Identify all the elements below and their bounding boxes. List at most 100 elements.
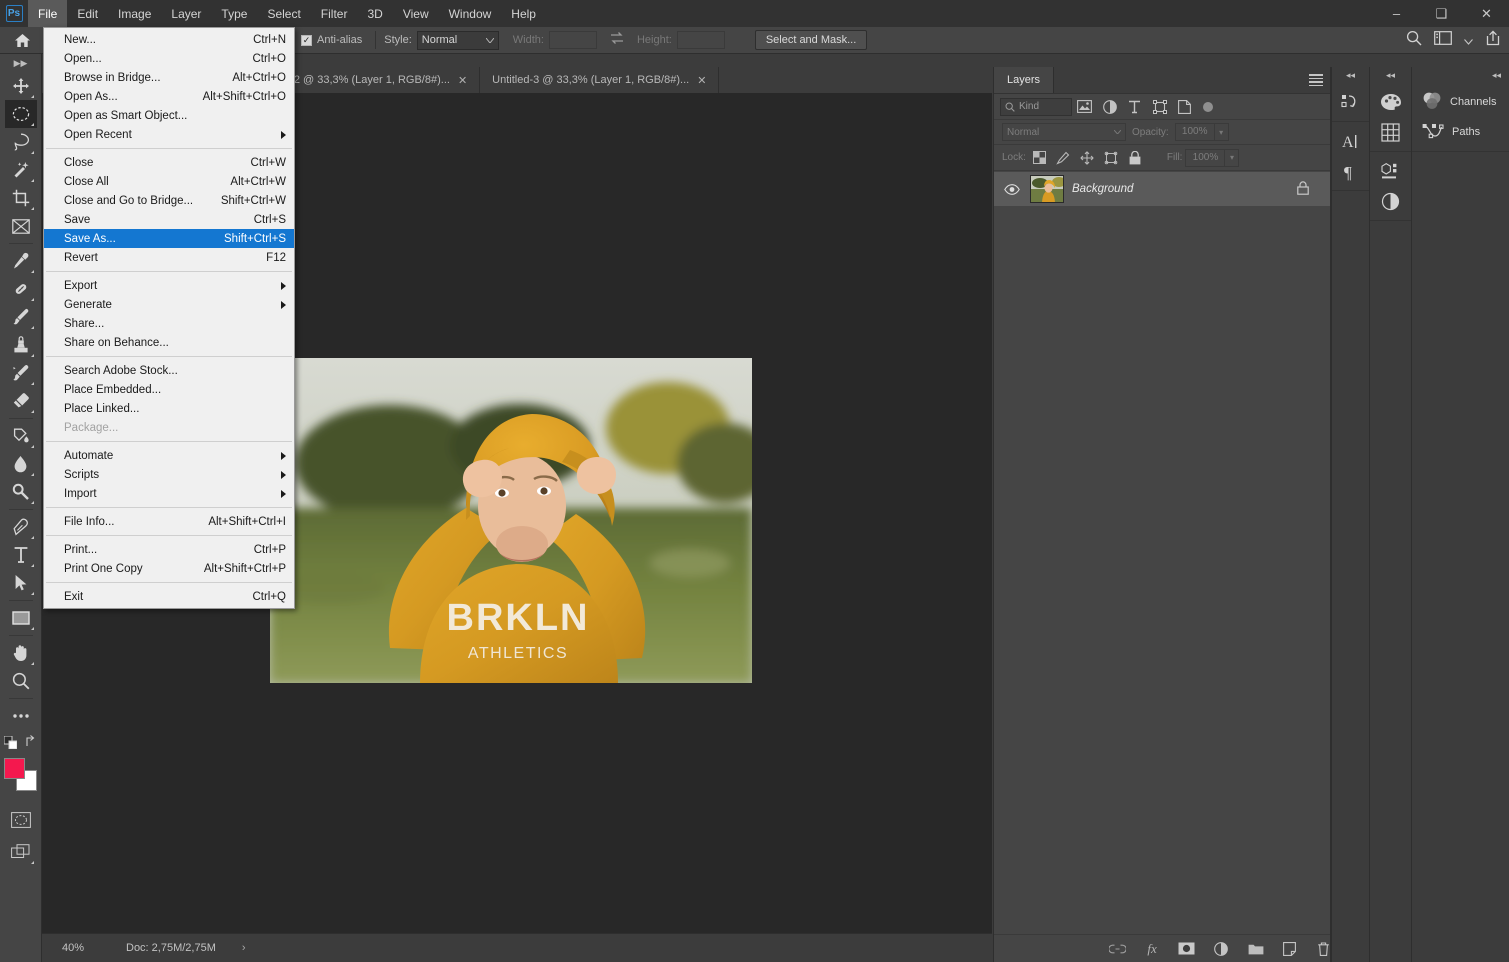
layer-lock-icon[interactable] [1297, 181, 1309, 198]
anti-alias-checkbox[interactable]: ✓ [301, 35, 312, 46]
file-menu-item-exit[interactable]: ExitCtrl+Q [44, 587, 294, 606]
dodge-tool[interactable] [5, 478, 37, 506]
swap-dimensions-icon[interactable] [609, 31, 625, 50]
layer-mask-icon[interactable] [1178, 940, 1195, 958]
shape-filter-icon[interactable] [1147, 96, 1172, 118]
maximize-button[interactable]: ❑ [1419, 0, 1464, 27]
clone-stamp-tool[interactable] [5, 331, 37, 359]
file-menu-item-automate[interactable]: Automate [44, 446, 294, 465]
move-tool[interactable] [5, 72, 37, 100]
close-tab-icon[interactable]: ✕ [697, 74, 706, 87]
file-menu-item-print[interactable]: Print...Ctrl+P [44, 540, 294, 559]
lock-position-icon[interactable] [1077, 148, 1098, 168]
adjustments-icon[interactable] [1375, 186, 1407, 216]
menu-3d[interactable]: 3D [357, 0, 392, 27]
frame-tool[interactable] [5, 212, 37, 240]
file-menu-item-file-info[interactable]: File Info...Alt+Shift+Ctrl+I [44, 512, 294, 531]
filter-toggle[interactable] [1203, 102, 1213, 112]
height-field[interactable] [677, 31, 725, 49]
new-layer-icon[interactable] [1282, 940, 1298, 958]
link-layers-icon[interactable] [1109, 940, 1126, 958]
file-menu-item-search-adobe-stock[interactable]: Search Adobe Stock... [44, 361, 294, 380]
collapse-icon[interactable]: ◂◂ [1492, 67, 1509, 83]
eraser-tool[interactable] [5, 387, 37, 415]
path-selection-tool[interactable] [5, 569, 37, 597]
properties-icon[interactable] [1375, 156, 1407, 186]
menu-window[interactable]: Window [439, 0, 502, 27]
style-select[interactable]: Normal [417, 31, 499, 50]
document-tab[interactable]: Untitled-3 @ 33,3% (Layer 1, RGB/8#)...✕ [480, 67, 719, 93]
filter-kind-select[interactable]: Kind [1000, 98, 1072, 116]
new-adjustment-layer-icon[interactable] [1213, 940, 1229, 958]
collapse-icon[interactable]: ◂◂ [1332, 67, 1369, 83]
file-menu-item-share-on-behance[interactable]: Share on Behance... [44, 333, 294, 352]
width-field[interactable] [549, 31, 597, 49]
file-menu-item-revert[interactable]: RevertF12 [44, 248, 294, 267]
screen-mode-icon[interactable] [5, 838, 37, 866]
menu-help[interactable]: Help [501, 0, 546, 27]
fill-field[interactable]: 100% [1185, 149, 1225, 167]
layer-visibility-icon[interactable] [1002, 184, 1022, 195]
menu-select[interactable]: Select [257, 0, 310, 27]
file-menu-item-browse-in-bridge[interactable]: Browse in Bridge...Alt+Ctrl+O [44, 68, 294, 87]
panel-menu-icon[interactable] [1309, 74, 1323, 86]
dock-item-paths[interactable]: Paths [1412, 117, 1509, 147]
file-menu-item-print-one-copy[interactable]: Print One CopyAlt+Shift+Ctrl+P [44, 559, 294, 578]
lock-image-pixels-icon[interactable] [1053, 148, 1074, 168]
file-menu-item-open-as[interactable]: Open As...Alt+Shift+Ctrl+O [44, 87, 294, 106]
blur-tool[interactable] [5, 450, 37, 478]
color-icon[interactable] [1375, 87, 1407, 117]
adjustment-filter-icon[interactable] [1097, 96, 1122, 118]
share-icon[interactable] [1485, 30, 1501, 51]
menu-edit[interactable]: Edit [67, 0, 108, 27]
paragraph-icon[interactable]: ¶ [1335, 156, 1367, 186]
foreground-color-swatch[interactable] [4, 758, 25, 779]
type-tool[interactable] [5, 541, 37, 569]
minimize-button[interactable]: – [1374, 0, 1419, 27]
file-menu-item-open-as-smart-object[interactable]: Open as Smart Object... [44, 106, 294, 125]
file-menu-item-close[interactable]: CloseCtrl+W [44, 153, 294, 172]
menu-filter[interactable]: Filter [311, 0, 358, 27]
file-menu-item-share[interactable]: Share... [44, 314, 294, 333]
workspace-icon[interactable] [1434, 31, 1452, 50]
rectangle-tool[interactable] [5, 604, 37, 632]
menu-type[interactable]: Type [211, 0, 257, 27]
status-expand-arrow[interactable]: › [242, 942, 246, 954]
menu-layer[interactable]: Layer [161, 0, 211, 27]
file-menu-item-place-embedded[interactable]: Place Embedded... [44, 380, 294, 399]
close-button[interactable]: ✕ [1464, 0, 1509, 27]
zoom-tool[interactable] [5, 667, 37, 695]
lock-artboard-icon[interactable] [1101, 148, 1122, 168]
chevron-down-icon[interactable] [1464, 32, 1473, 50]
menu-image[interactable]: Image [108, 0, 161, 27]
swap-colors-icon[interactable] [25, 735, 38, 751]
home-icon[interactable] [0, 27, 44, 54]
select-and-mask-button[interactable]: Select and Mask... [755, 30, 868, 50]
pixel-filter-icon[interactable] [1072, 96, 1097, 118]
history-brush-tool[interactable] [5, 359, 37, 387]
crop-tool[interactable] [5, 184, 37, 212]
default-colors-icon[interactable] [4, 736, 15, 747]
collapse-icon[interactable]: ◂◂ [1370, 67, 1411, 83]
hand-tool[interactable] [5, 639, 37, 667]
quick-mask-icon[interactable] [5, 806, 37, 834]
swatches-icon[interactable] [1375, 117, 1407, 147]
eyedropper-tool[interactable] [5, 247, 37, 275]
file-menu-item-save-as[interactable]: Save As...Shift+Ctrl+S [44, 229, 294, 248]
layer-thumbnail[interactable] [1030, 175, 1064, 203]
magic-wand-tool[interactable] [5, 156, 37, 184]
brush-tool[interactable] [5, 303, 37, 331]
history-icon[interactable] [1335, 87, 1367, 117]
smart-object-filter-icon[interactable] [1172, 96, 1197, 118]
file-menu-item-place-linked[interactable]: Place Linked... [44, 399, 294, 418]
spot-healing-brush-tool[interactable] [5, 275, 37, 303]
close-tab-icon[interactable]: ✕ [458, 74, 467, 87]
lock-all-icon[interactable] [1125, 148, 1146, 168]
elliptical-marquee-tool[interactable] [5, 100, 37, 128]
toolbar-expand-icon[interactable]: ▶▶ [0, 54, 42, 72]
file-menu-item-new[interactable]: New...Ctrl+N [44, 30, 294, 49]
file-menu-item-scripts[interactable]: Scripts [44, 465, 294, 484]
canvas-image[interactable]: BRKLN ATHLETICS [270, 358, 752, 683]
pen-tool[interactable] [5, 513, 37, 541]
edit-toolbar-tool[interactable] [5, 702, 37, 730]
